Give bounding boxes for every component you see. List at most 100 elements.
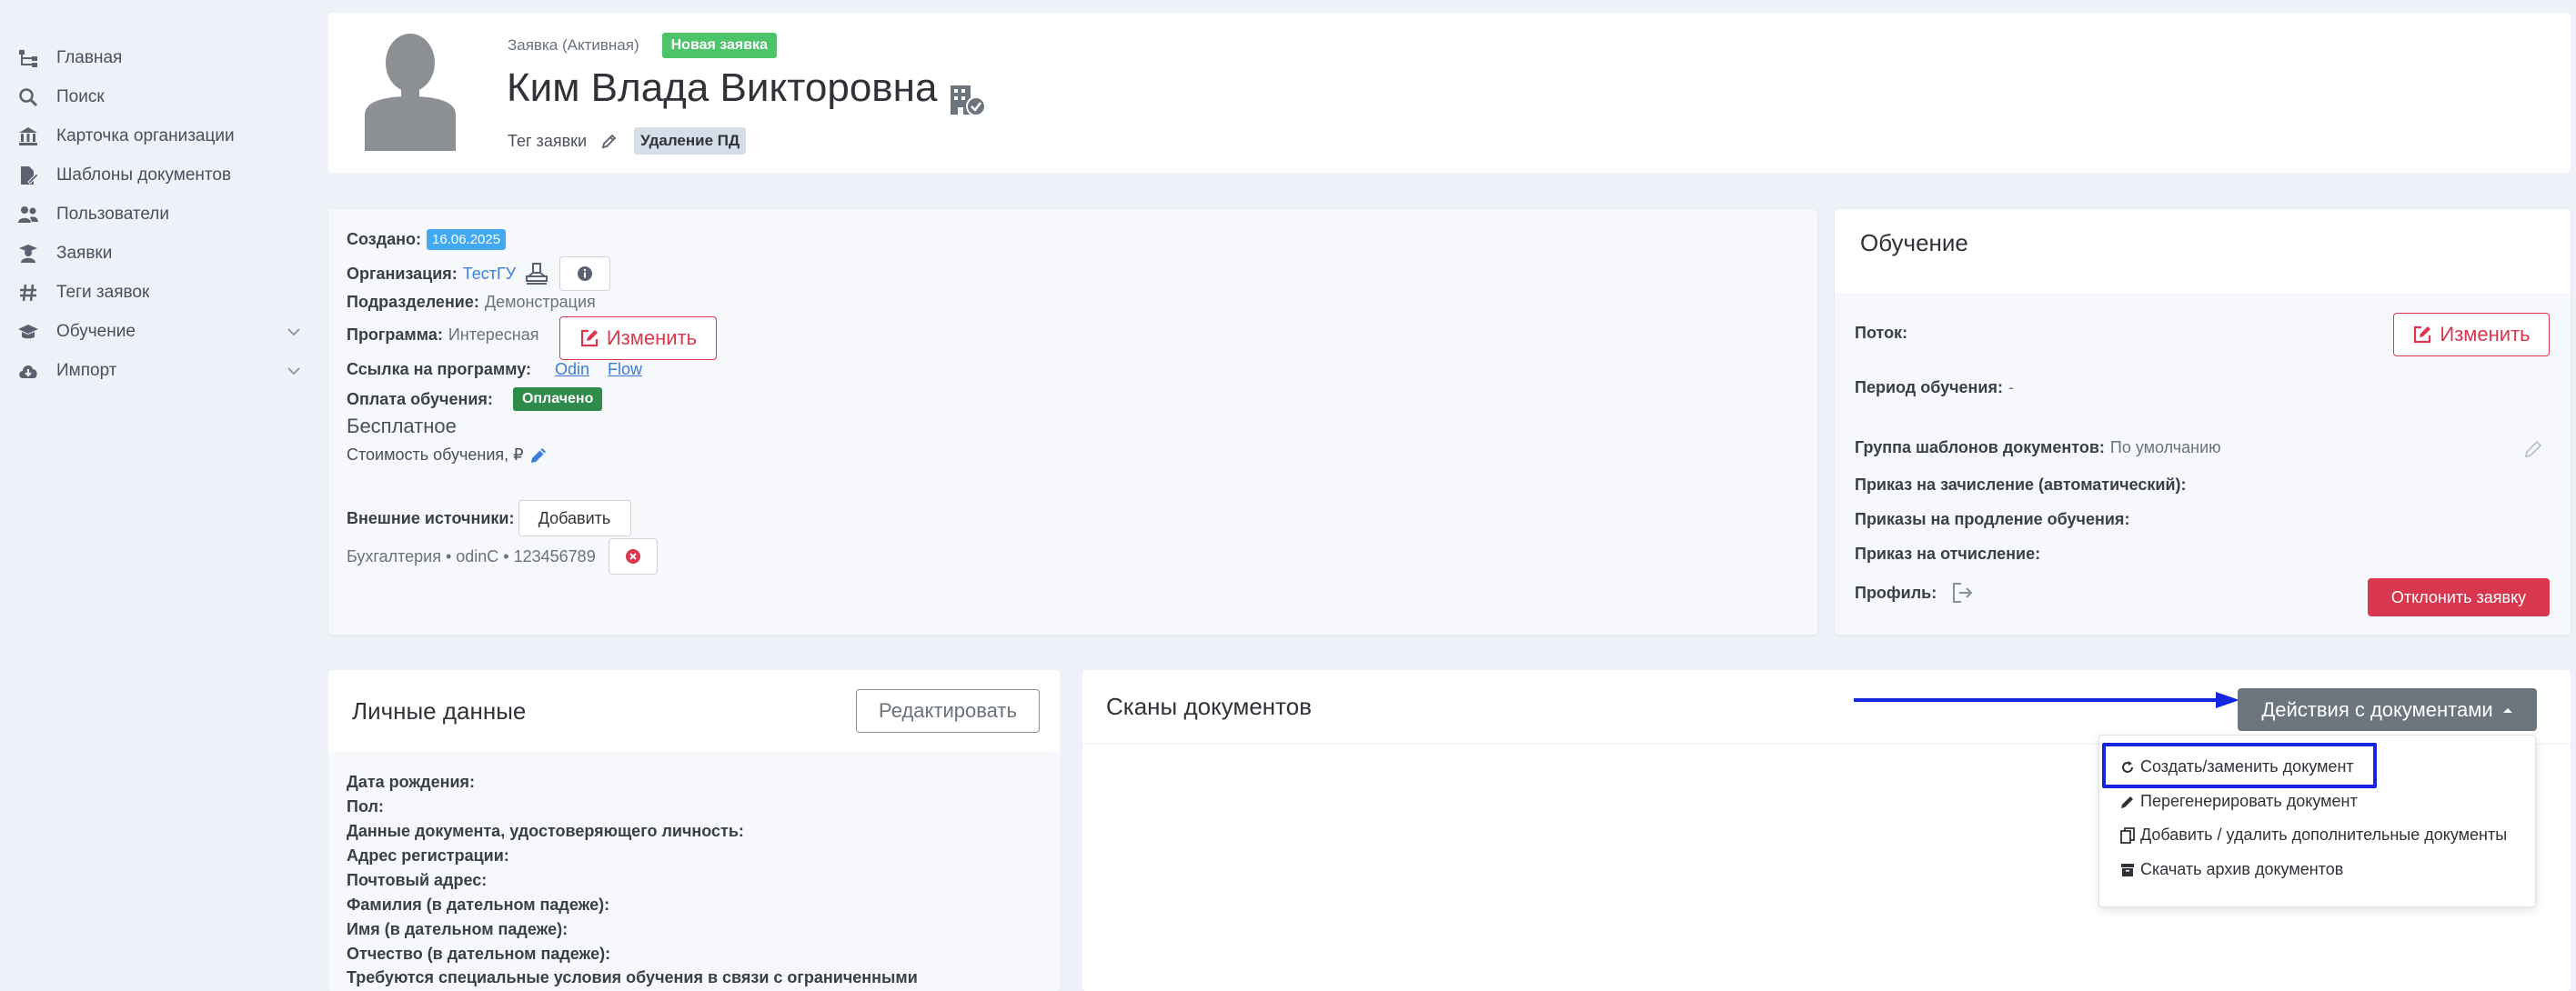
created-row: Создано: 16.06.2025: [347, 229, 507, 250]
sidebar-item-applications[interactable]: Заявки: [16, 235, 307, 272]
copy-icon: [2119, 826, 2136, 844]
edit-personal-data-button[interactable]: Редактировать: [856, 689, 1040, 733]
edit-icon: [2412, 325, 2432, 345]
bank-icon: [16, 125, 40, 148]
sidebar-item-organization[interactable]: Карточка организации: [16, 118, 307, 155]
menu-item-regenerate[interactable]: Перегенерировать документ: [2119, 792, 2358, 811]
personal-field-first-name-dative: Имя (в дательном падеже):: [347, 920, 569, 938]
period-value: -: [2007, 378, 2014, 396]
program-link-row: Ссылка на программу: Odin Flow: [347, 360, 642, 379]
menu-item-download-archive[interactable]: Скачать архив документов: [2119, 860, 2343, 879]
extend-order-label: Приказы на продление обучения:: [1855, 510, 2130, 528]
stamp-icon[interactable]: [523, 260, 550, 287]
document-actions-menu: Создать/заменить документ Перегенерирова…: [2098, 735, 2536, 907]
chevron-down-icon: [287, 364, 300, 378]
profile-row: Профиль:: [1855, 582, 1975, 604]
program-value: Интересная: [448, 325, 539, 344]
enroll-order-label: Приказ на зачисление (автоматический):: [1855, 475, 2187, 494]
pencil-icon[interactable]: [2524, 440, 2542, 458]
external-sources-label: Внешние источники:: [347, 508, 515, 527]
menu-item-additional-documents[interactable]: Добавить / удалить дополнительные докуме…: [2119, 826, 2507, 845]
personal-data-header: Личные данные Редактировать: [328, 670, 1060, 752]
change-program-button[interactable]: Изменить: [559, 316, 717, 360]
personal-field-birthdate: Дата рождения:: [347, 773, 476, 791]
sign-out-icon[interactable]: [1951, 582, 1975, 604]
payment-type-value: Бесплатное: [347, 415, 457, 437]
division-row: Подразделение: Демонстрация: [347, 293, 596, 312]
source-item: Бухгалтерия • odinC • 123456789: [347, 538, 658, 575]
flow-link[interactable]: Flow: [608, 360, 642, 379]
application-status: Заявка (Активная): [508, 36, 639, 54]
sidebar-item-label: Главная: [56, 48, 123, 67]
sidebar-item-home[interactable]: Главная: [16, 40, 307, 76]
external-sources-row: Внешние источники: Добавить: [347, 500, 631, 536]
sidebar-item-search[interactable]: Поиск: [16, 79, 307, 115]
period-label: Период обучения:: [1855, 378, 2003, 396]
refresh-icon: [2119, 760, 2136, 775]
personal-data-title: Личные данные: [352, 697, 527, 725]
templates-row: Группа шаблонов документов: По умолчанию: [1855, 438, 2221, 457]
sidebar-item-label: Поиск: [56, 87, 105, 106]
sidebar-item-templates[interactable]: Шаблоны документов: [16, 157, 307, 194]
period-row: Период обучения: -: [1855, 378, 2014, 397]
caret-up-icon: [2502, 706, 2513, 714]
payment-label: Оплата обучения:: [347, 389, 493, 408]
program-link-label: Ссылка на программу:: [347, 360, 532, 378]
remove-source-button[interactable]: [608, 538, 658, 575]
sidebar-item-label: Карточка организации: [56, 126, 235, 145]
application-info-card: Создано: 16.06.2025 Организация: ТестГУ …: [328, 209, 1817, 635]
page-title: Ким Влада Викторовна: [507, 65, 938, 110]
change-stream-label: Изменить: [2440, 323, 2531, 345]
menu-item-create-replace[interactable]: Создать/заменить документ: [2119, 757, 2354, 776]
extend-order-row: Приказы на продление обучения:: [1855, 510, 2135, 529]
sidebar-item-tags[interactable]: Теги заявок: [16, 275, 307, 311]
document-scans-title: Сканы документов: [1106, 693, 1313, 720]
chevron-down-icon: [287, 325, 300, 339]
pencil-icon[interactable]: [529, 446, 548, 465]
info-icon: [578, 266, 593, 281]
paid-badge: Оплачено: [512, 387, 603, 411]
organization-link[interactable]: ТестГУ: [463, 265, 516, 284]
source-item-text: Бухгалтерия • odinC • 123456789: [347, 546, 596, 566]
archive-icon: [2119, 863, 2136, 877]
sidebar-item-label: Шаблоны документов: [56, 165, 232, 185]
stream-row: Поток:: [1855, 324, 1913, 343]
add-source-button[interactable]: Добавить: [518, 500, 631, 536]
stream-label: Поток:: [1855, 324, 1908, 342]
organization-info-button[interactable]: [559, 256, 611, 291]
arrow-annotation-icon: [1854, 690, 2245, 715]
cloud-download-icon: [16, 359, 40, 383]
pencil-icon[interactable]: [601, 133, 618, 149]
file-edit-icon: [16, 164, 40, 187]
menu-item-label: Создать/заменить документ: [2140, 757, 2354, 776]
odin-link[interactable]: Odin: [555, 360, 589, 379]
change-program-label: Изменить: [606, 326, 698, 349]
sidebar-item-users[interactable]: Пользователи: [16, 196, 307, 233]
document-actions-label: Действия с документами: [2261, 697, 2493, 721]
graduation-cap-icon: [16, 320, 40, 344]
sidebar-item-training[interactable]: Обучение: [16, 314, 307, 350]
personal-data-card: Личные данные Редактировать Дата рождени…: [328, 670, 1060, 991]
document-actions-button[interactable]: Действия с документами: [2238, 688, 2537, 731]
search-icon: [16, 85, 40, 109]
tag-label: Тег заявки: [508, 131, 588, 150]
personal-field-special-conditions: Требуются специальные условия обучения в…: [347, 968, 918, 986]
personal-field-registration-address: Адрес регистрации:: [347, 846, 509, 865]
sidebar-item-import[interactable]: Импорт: [16, 353, 307, 389]
reject-application-button[interactable]: Отклонить заявку: [2368, 578, 2550, 616]
avatar: [365, 31, 456, 151]
payment-type: Бесплатное: [347, 415, 457, 438]
change-stream-button[interactable]: Изменить: [2393, 313, 2550, 356]
edit-icon: [579, 328, 599, 348]
sidebar-item-label: Пользователи: [56, 205, 170, 224]
personal-field-last-name-dative: Фамилия (в дательном падеже):: [347, 896, 610, 914]
sidebar-item-label: Заявки: [56, 244, 113, 263]
expel-order-label: Приказ на отчисление:: [1855, 545, 2041, 563]
sidebar-item-label: Обучение: [56, 322, 136, 341]
created-label: Создано:: [347, 230, 422, 248]
division-label: Подразделение:: [347, 293, 479, 311]
tag-badge: Удаление ПД: [634, 127, 747, 155]
program-row: Программа: Интересная: [347, 325, 539, 345]
menu-item-label: Перегенерировать документ: [2140, 792, 2358, 810]
organization-row: Организация: ТестГУ: [347, 256, 611, 291]
